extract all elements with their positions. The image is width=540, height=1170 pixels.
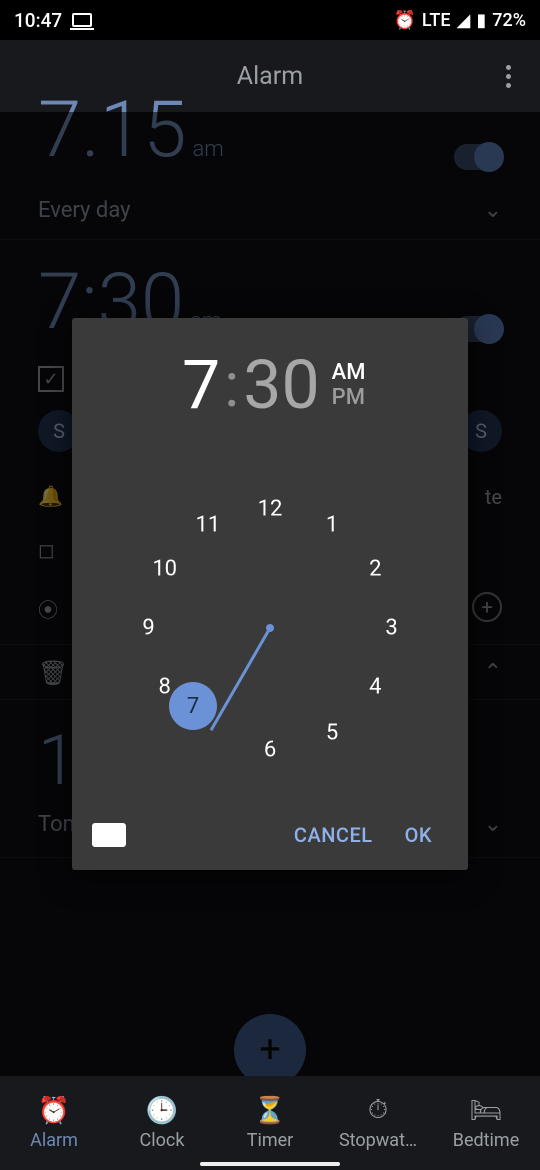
overflow-menu-button[interactable] <box>488 56 528 96</box>
bedtime-icon: 🛏 <box>469 1096 502 1126</box>
clock-num-10[interactable]: 10 <box>152 556 177 581</box>
nav-alarm[interactable]: ⏰ Alarm <box>0 1076 108 1170</box>
clock-selected-hour[interactable]: 7 <box>169 682 217 730</box>
clock-num-11[interactable]: 11 <box>196 513 221 538</box>
nav-stopwatch[interactable]: ⏱ Stopwat… <box>324 1076 432 1170</box>
nav-timer[interactable]: ⏳ Timer <box>216 1076 324 1170</box>
time-display: 7 : 30 AM PM <box>182 340 504 430</box>
nav-bedtime[interactable]: 🛏 Bedtime <box>432 1076 540 1170</box>
keyboard-icon[interactable] <box>92 823 126 847</box>
picker-minute[interactable]: 30 <box>243 345 319 425</box>
clock-num-3[interactable]: 3 <box>385 616 397 641</box>
bottom-nav: ⏰ Alarm 🕒 Clock ⏳ Timer ⏱ Stopwat… 🛏 Bed… <box>0 1076 540 1170</box>
clock-num-12[interactable]: 12 <box>258 497 283 522</box>
home-indicator[interactable] <box>200 1162 340 1166</box>
clock-num-4[interactable]: 4 <box>369 675 381 700</box>
clock-num-5[interactable]: 5 <box>326 721 338 746</box>
clock-num-9[interactable]: 9 <box>142 616 154 641</box>
timer-icon: ⏳ <box>254 1096 286 1126</box>
battery-pct: 72% <box>492 10 526 31</box>
picker-hour[interactable]: 7 <box>182 345 220 425</box>
clock-num-1[interactable]: 1 <box>326 513 338 538</box>
clock-icon: 🕒 <box>146 1096 178 1126</box>
network-label: LTE <box>422 10 451 31</box>
clock-face[interactable]: 7 12 1 2 3 4 5 6 8 9 10 11 <box>135 493 405 763</box>
time-picker-dialog: 7 : 30 AM PM 7 12 1 2 3 4 5 6 8 9 10 11 … <box>72 318 468 870</box>
status-time: 10:47 <box>14 9 62 32</box>
clock-num-2[interactable]: 2 <box>369 556 381 581</box>
alarm-icon: ⏰ <box>38 1096 70 1126</box>
status-bar: 10:47 ⏰ LTE ◢ ▮ 72% <box>0 0 540 40</box>
clock-hand <box>210 627 272 731</box>
clock-num-6[interactable]: 6 <box>264 737 276 762</box>
nav-clock[interactable]: 🕒 Clock <box>108 1076 216 1170</box>
clock-num-8[interactable]: 8 <box>159 675 171 700</box>
ok-button[interactable]: OK <box>389 813 448 857</box>
battery-icon: ▮ <box>476 10 486 31</box>
stopwatch-icon: ⏱ <box>368 1095 388 1126</box>
picker-am[interactable]: AM <box>332 360 366 385</box>
page-title: Alarm <box>237 62 303 91</box>
picker-pm[interactable]: PM <box>332 385 366 410</box>
cancel-button[interactable]: CANCEL <box>278 813 389 857</box>
alarm-status-icon: ⏰ <box>393 10 415 31</box>
cast-icon <box>72 13 92 27</box>
signal-icon: ◢ <box>457 10 471 31</box>
